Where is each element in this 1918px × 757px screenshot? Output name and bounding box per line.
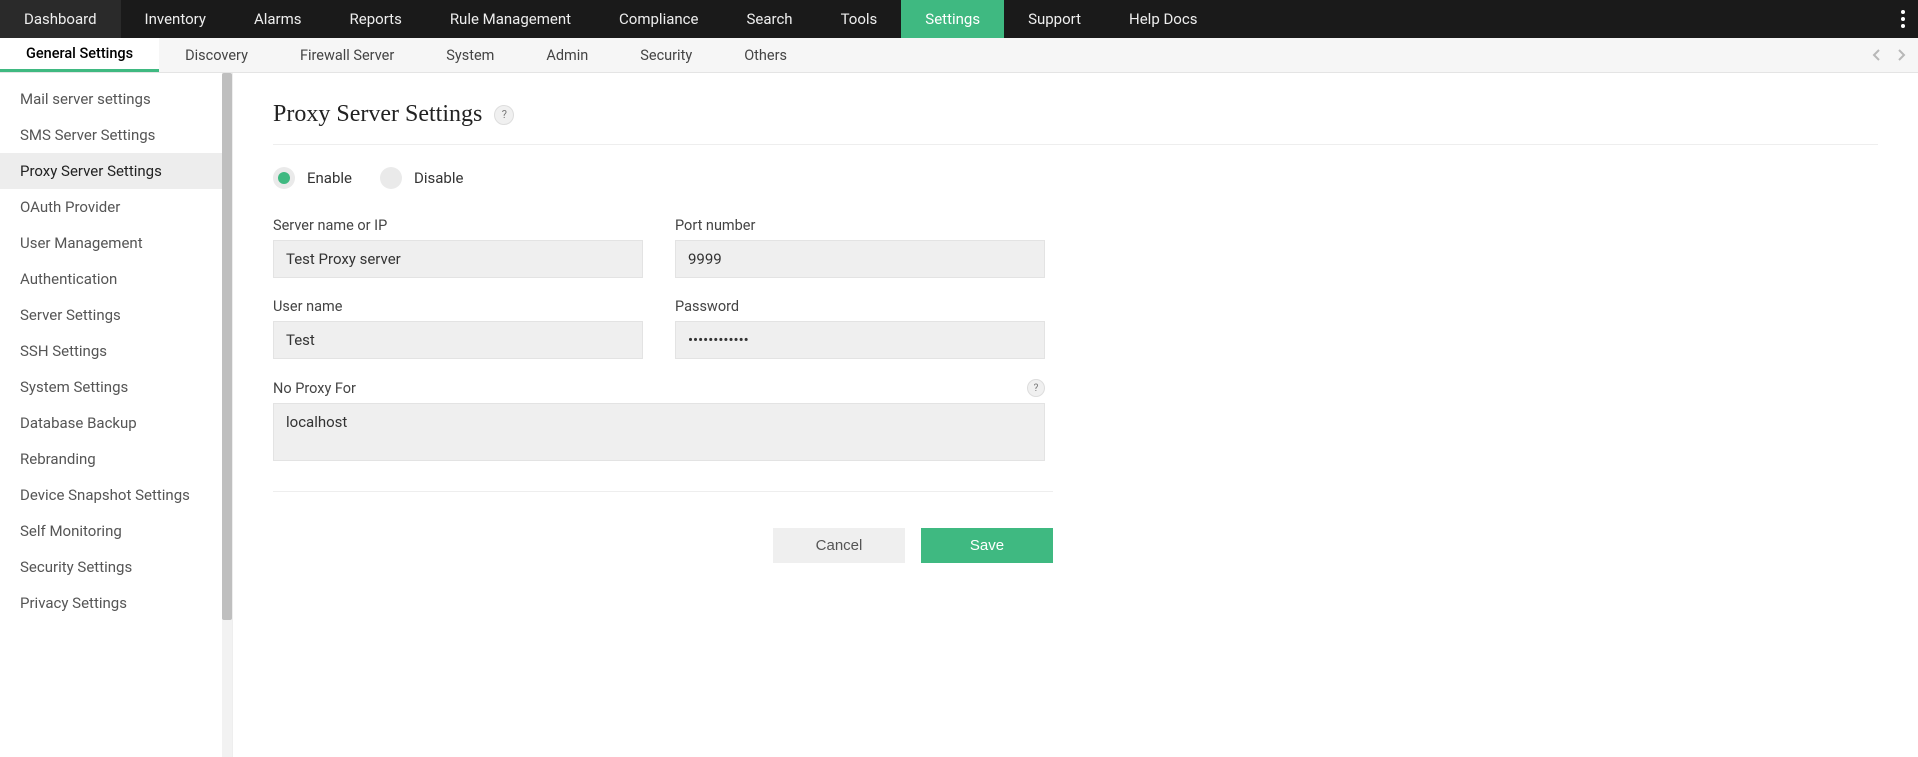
sidebar-item-oauth-provider[interactable]: OAuth Provider [0, 189, 222, 225]
password-input[interactable] [675, 321, 1045, 359]
port-number-input[interactable] [675, 240, 1045, 278]
username-input[interactable] [273, 321, 643, 359]
username-label: User name [273, 298, 643, 315]
sidebar-item-device-snapshot-settings[interactable]: Device Snapshot Settings [0, 477, 222, 513]
subnav-item-security[interactable]: Security [614, 38, 718, 72]
nav-item-alarms[interactable]: Alarms [230, 0, 326, 38]
kebab-menu-icon[interactable] [1888, 0, 1918, 38]
noproxy-label: No Proxy For [273, 380, 356, 397]
sidebar-item-system-settings[interactable]: System Settings [0, 369, 222, 405]
sidebar-item-authentication[interactable]: Authentication [0, 261, 222, 297]
sidebar-item-user-management[interactable]: User Management [0, 225, 222, 261]
top-nav: DashboardInventoryAlarmsReportsRule Mana… [0, 0, 1918, 38]
nav-item-dashboard[interactable]: Dashboard [0, 0, 121, 38]
sidebar-item-database-backup[interactable]: Database Backup [0, 405, 222, 441]
subnav-item-others[interactable]: Others [718, 38, 813, 72]
save-button[interactable]: Save [921, 528, 1053, 563]
subnav-item-discovery[interactable]: Discovery [159, 38, 274, 72]
subnav-item-general-settings[interactable]: General Settings [0, 38, 159, 72]
port-number-label: Port number [675, 217, 1045, 234]
page-title: Proxy Server Settings [273, 101, 482, 128]
subnav-scroll-right-icon[interactable] [1890, 41, 1912, 69]
server-name-input[interactable] [273, 240, 643, 278]
nav-item-settings[interactable]: Settings [901, 0, 1004, 38]
sidebar-scrollbar[interactable] [222, 73, 232, 757]
nav-item-inventory[interactable]: Inventory [121, 0, 230, 38]
nav-item-search[interactable]: Search [722, 0, 816, 38]
subnav-scroll-left-icon[interactable] [1866, 41, 1888, 69]
password-label: Password [675, 298, 1045, 315]
radio-enable[interactable]: Enable [273, 167, 352, 189]
nav-item-support[interactable]: Support [1004, 0, 1105, 38]
sub-nav: General SettingsDiscoveryFirewall Server… [0, 38, 1918, 73]
sidebar-scroll-thumb[interactable] [222, 73, 232, 620]
sidebar-item-sms-server-settings[interactable]: SMS Server Settings [0, 117, 222, 153]
subnav-item-admin[interactable]: Admin [520, 38, 614, 72]
sidebar-item-proxy-server-settings[interactable]: Proxy Server Settings [0, 153, 222, 189]
radio-disable[interactable]: Disable [380, 167, 463, 189]
settings-sidebar: Mail server settingsSMS Server SettingsP… [0, 73, 222, 757]
sidebar-item-rebranding[interactable]: Rebranding [0, 441, 222, 477]
sidebar-item-privacy-settings[interactable]: Privacy Settings [0, 585, 222, 621]
page-help-icon[interactable]: ? [494, 105, 514, 125]
sidebar-item-server-settings[interactable]: Server Settings [0, 297, 222, 333]
nav-item-help-docs[interactable]: Help Docs [1105, 0, 1221, 38]
nav-item-rule-management[interactable]: Rule Management [426, 0, 595, 38]
server-name-label: Server name or IP [273, 217, 643, 234]
nav-item-reports[interactable]: Reports [326, 0, 426, 38]
radio-disable-label: Disable [414, 169, 463, 187]
radio-enable-label: Enable [307, 169, 352, 187]
subnav-item-system[interactable]: System [420, 38, 520, 72]
noproxy-help-icon[interactable]: ? [1027, 379, 1045, 397]
sidebar-item-ssh-settings[interactable]: SSH Settings [0, 333, 222, 369]
sidebar-item-mail-server-settings[interactable]: Mail server settings [0, 81, 222, 117]
cancel-button[interactable]: Cancel [773, 528, 905, 563]
nav-item-compliance[interactable]: Compliance [595, 0, 722, 38]
subnav-item-firewall-server[interactable]: Firewall Server [274, 38, 420, 72]
nav-item-tools[interactable]: Tools [817, 0, 902, 38]
sidebar-item-self-monitoring[interactable]: Self Monitoring [0, 513, 222, 549]
content-area: Proxy Server Settings ? Enable Disable S… [233, 73, 1918, 757]
noproxy-input[interactable] [273, 403, 1045, 461]
sidebar-item-security-settings[interactable]: Security Settings [0, 549, 222, 585]
